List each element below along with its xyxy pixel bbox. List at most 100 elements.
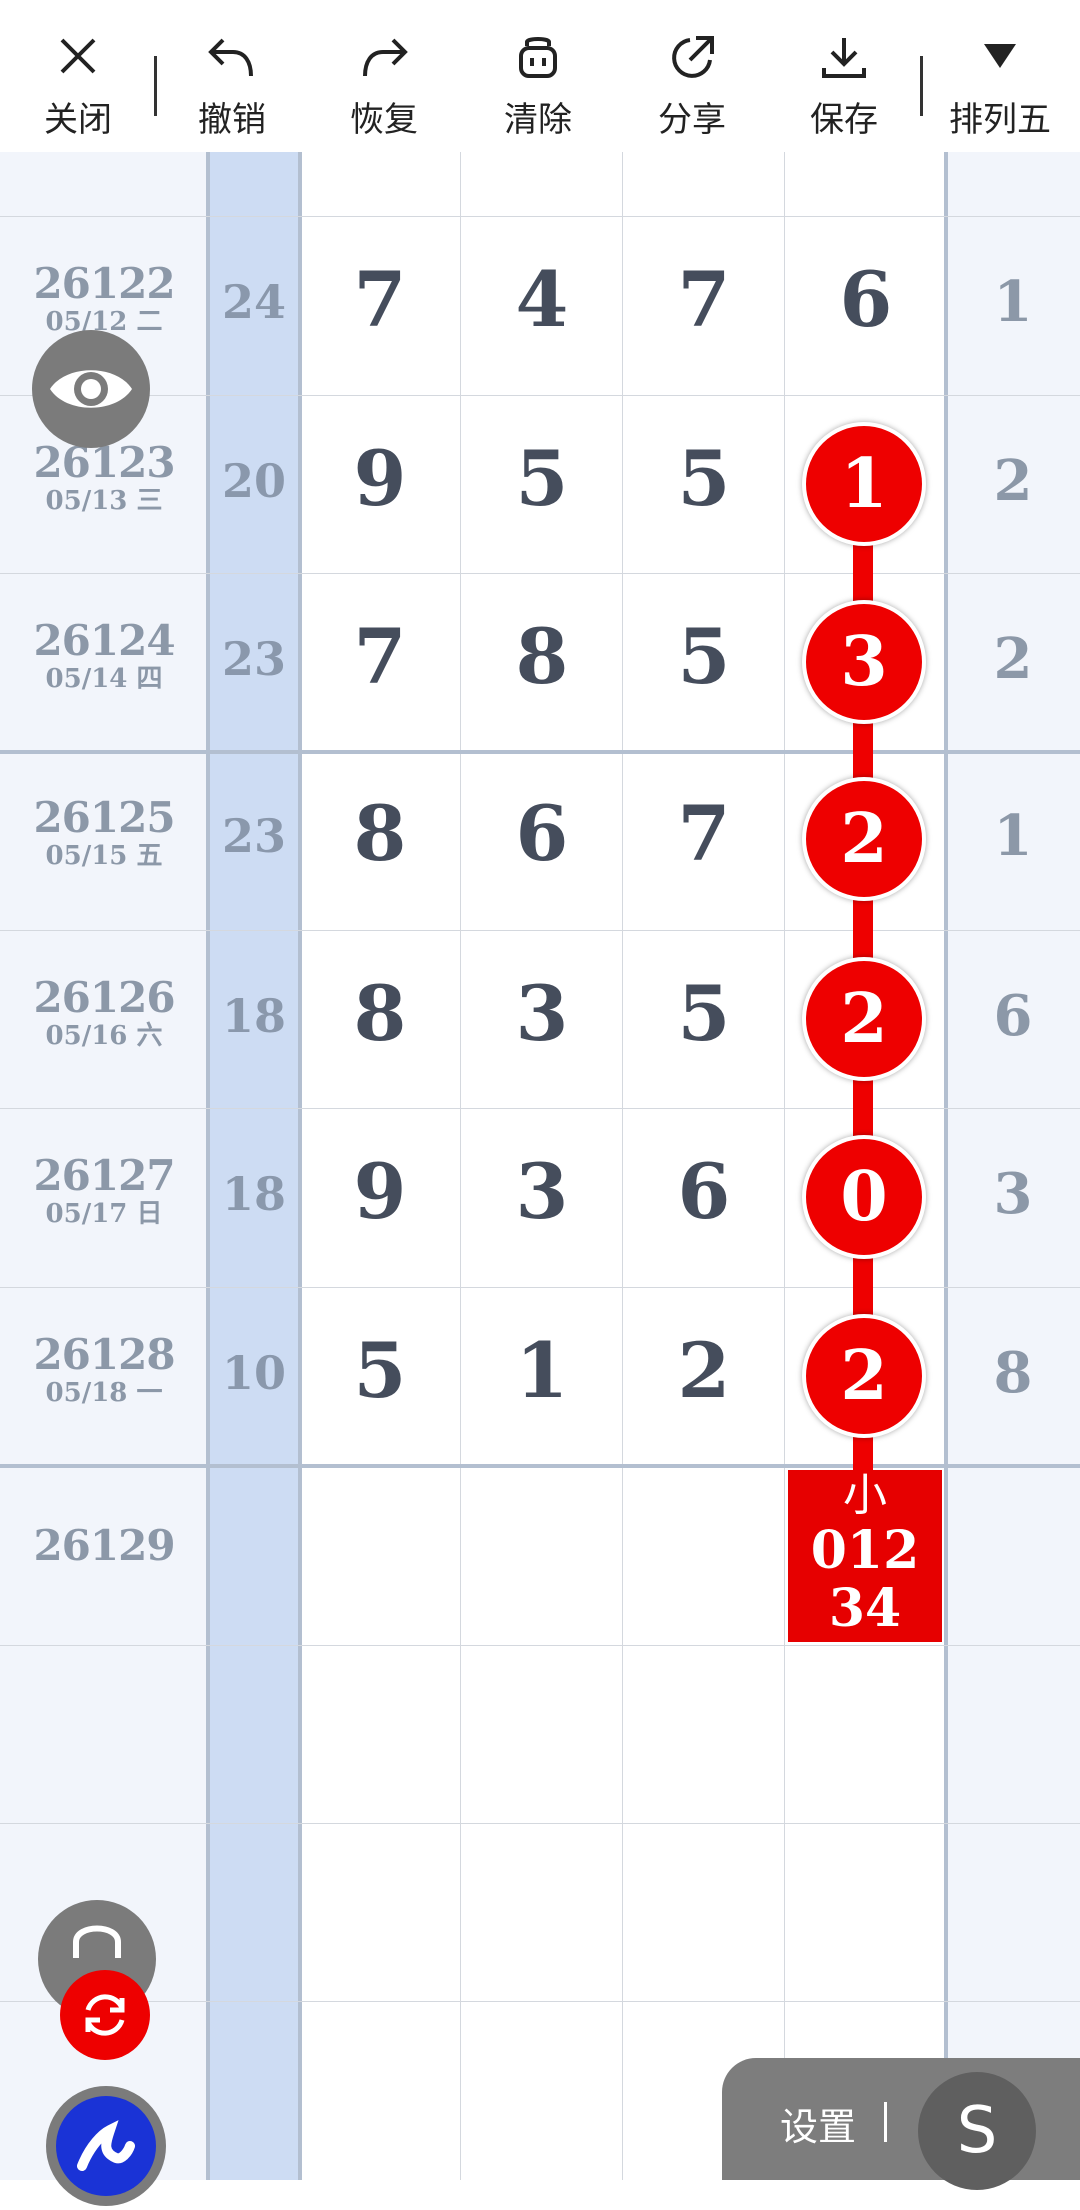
digit-cell: 4 — [515, 255, 569, 344]
issue-cell: 26123 05/13 三 — [0, 440, 208, 517]
close-label: 关闭 — [44, 100, 112, 140]
digit-cell: 6 — [515, 789, 569, 878]
digit-cell: 3 — [515, 1147, 569, 1236]
digit-cell: 1 — [515, 1326, 569, 1415]
share-icon — [672, 36, 714, 78]
issue-date: 05/18 一 — [45, 1378, 163, 1408]
issue-date: 05/16 六 — [45, 1021, 163, 1051]
issue-cell: 26125 05/15 五 — [0, 793, 208, 872]
highlight-ball: 2 — [802, 1314, 926, 1438]
digit-cell: 7 — [677, 789, 731, 878]
close-button[interactable]: 关闭 — [8, 0, 148, 152]
issue-cell: 26127 05/17 日 — [0, 1151, 208, 1230]
issue-date: 05/13 三 — [45, 486, 163, 516]
redo-icon — [363, 38, 408, 77]
eye-icon — [50, 370, 132, 408]
issue-date: 05/14 四 — [45, 664, 163, 694]
share-label: 分享 — [658, 100, 726, 140]
prediction-size: 小 — [843, 1470, 887, 1521]
issue-cell: 26124 05/14 四 — [0, 616, 208, 695]
sum-value: 23 — [221, 632, 286, 686]
toolbar-divider — [920, 56, 923, 116]
issue-cell: 26129 — [0, 1523, 208, 1569]
save-label: 保存 — [810, 100, 878, 140]
clear-icon — [519, 37, 557, 78]
digit-cell: 6 — [677, 1147, 731, 1236]
undo-icon — [208, 38, 253, 77]
brush-icon — [56, 2096, 156, 2196]
issue-cell: 26126 05/16 六 — [0, 973, 208, 1052]
digit-cell: 9 — [353, 434, 407, 523]
highlight-ball: 2 — [802, 777, 926, 901]
span-value: 6 — [993, 983, 1033, 1049]
digit-cell: 5 — [677, 969, 731, 1058]
digit-cell: 8 — [515, 612, 569, 701]
digit-cell: 7 — [353, 255, 407, 344]
highlight-ball: 3 — [802, 600, 926, 724]
digit-cell: 7 — [677, 255, 731, 344]
redo-button[interactable]: 恢复 — [314, 0, 454, 152]
sum-value: 18 — [221, 1167, 286, 1221]
undo-label: 撤销 — [198, 100, 266, 140]
settings-divider — [884, 2102, 887, 2142]
highlight-ball: 1 — [802, 422, 926, 546]
undo-button[interactable]: 撤销 — [162, 0, 302, 152]
top-toolbar: 关闭 撤销 恢复 清除 分享 保存 排列五 — [0, 0, 1080, 152]
digit-cell: 9 — [353, 1147, 407, 1236]
issue-number: 26125 — [33, 793, 175, 842]
issue-number: 26126 — [33, 973, 175, 1022]
save-button[interactable]: 保存 — [774, 0, 914, 152]
issue-number: 26129 — [33, 1521, 175, 1570]
digit-cell: 5 — [677, 612, 731, 701]
digit-cell: 7 — [353, 612, 407, 701]
brush-button[interactable] — [46, 2086, 166, 2206]
digit-cell: 8 — [353, 969, 407, 1058]
digit-cell: 3 — [515, 969, 569, 1058]
sum-value: 20 — [221, 454, 286, 508]
issue-date: 05/17 日 — [45, 1199, 163, 1229]
issue-number: 26128 — [33, 1330, 175, 1379]
digit-cell: 5 — [515, 434, 569, 523]
prediction-digits-2: 34 — [828, 1578, 902, 1639]
issue-cell: 26122 05/12 二 — [0, 259, 208, 338]
sum-value: 18 — [221, 989, 286, 1043]
toolbar-divider — [154, 56, 157, 116]
highlight-ball: 0 — [802, 1135, 926, 1259]
redo-label: 恢复 — [350, 100, 418, 140]
eye-toggle-button[interactable] — [32, 330, 150, 448]
span-value: 3 — [993, 1161, 1033, 1227]
sum-value: 24 — [221, 275, 286, 329]
span-value: 1 — [993, 269, 1033, 335]
sum-value: 10 — [221, 1346, 286, 1400]
s-button[interactable]: S — [918, 2072, 1036, 2190]
refresh-icon — [85, 1994, 125, 2036]
digit-cell: 2 — [677, 1326, 731, 1415]
span-value: 8 — [993, 1340, 1033, 1406]
issue-date: 05/15 五 — [45, 841, 163, 871]
lottery-label: 排列五 — [949, 100, 1051, 140]
save-icon — [822, 38, 866, 78]
settings-panel: 设置 S — [722, 2058, 1080, 2190]
digit-cell: 5 — [677, 434, 731, 523]
digit-cell: 8 — [353, 789, 407, 878]
dropdown-triangle-icon — [984, 44, 1016, 68]
issue-number: 26124 — [33, 616, 175, 665]
span-value: 2 — [993, 626, 1033, 692]
refresh-button[interactable] — [60, 1970, 150, 2060]
highlight-ball: 2 — [802, 957, 926, 1081]
span-value: 1 — [993, 803, 1033, 869]
lottery-select[interactable]: 排列五 — [930, 0, 1070, 152]
digit-cell: 5 — [353, 1326, 407, 1415]
prediction-cell[interactable]: 小 012 34 — [788, 1470, 942, 1642]
share-button[interactable]: 分享 — [622, 0, 762, 152]
close-icon — [60, 38, 96, 74]
digit-cell: 6 — [839, 255, 893, 344]
prediction-digits-1: 012 — [810, 1520, 920, 1581]
issue-number: 26122 — [33, 259, 175, 308]
sum-value: 23 — [221, 809, 286, 863]
issue-cell: 26128 05/18 一 — [0, 1330, 208, 1409]
clear-button[interactable]: 清除 — [468, 0, 608, 152]
issue-number: 26127 — [33, 1151, 175, 1200]
span-value: 2 — [993, 448, 1033, 514]
settings-label[interactable]: 设置 — [780, 2096, 856, 2151]
